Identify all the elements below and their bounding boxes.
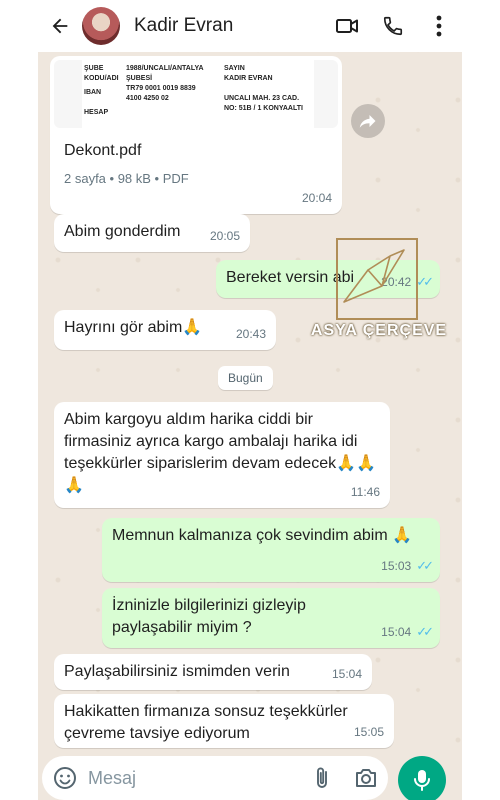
time-text: 20:05 bbox=[209, 229, 240, 243]
preview-text: SAYIN bbox=[224, 65, 245, 72]
preview-text: ŞUBESİ bbox=[126, 75, 153, 82]
message-composer: Mesaj bbox=[38, 752, 462, 800]
preview-text: ŞUBE bbox=[84, 65, 104, 72]
document-meta: 2 sayfa • 98 kB • PDF bbox=[64, 171, 189, 186]
incoming-message[interactable]: Paylaşabilirsiniz ismimden verin 15:04 bbox=[54, 654, 372, 690]
preview-text: 1988/UNCALI/ANTALYA bbox=[126, 65, 204, 72]
document-name: Dekont.pdf bbox=[64, 142, 142, 159]
document-preview[interactable]: ŞUBE KODU/ADI 1988/UNCALI/ANTALYA ŞUBESİ… bbox=[54, 60, 338, 128]
chat-header: Kadir Evran bbox=[38, 0, 462, 52]
phone-icon[interactable] bbox=[370, 0, 416, 52]
contact-name[interactable]: Kadir Evran bbox=[134, 15, 324, 37]
time-text: 20:04 bbox=[301, 191, 332, 205]
read-ticks-icon: ✓✓ bbox=[416, 624, 434, 639]
message-text: Paylaşabilirsiniz ismimden verin bbox=[64, 663, 290, 680]
message-text: Hakikatten firmanıza sonsuz teşekkürler … bbox=[64, 703, 348, 742]
message-text: Memnun kalmanıza çok sevindim abim 🙏 bbox=[112, 527, 413, 544]
watermark-frame bbox=[336, 238, 418, 320]
time-text: 20:43 bbox=[235, 327, 266, 341]
preview-text: 4100 4250 02 bbox=[126, 95, 169, 102]
message-time: 15:03 ✓✓ bbox=[381, 555, 434, 577]
forward-icon[interactable] bbox=[351, 104, 385, 138]
preview-text: KODU/ADI bbox=[84, 75, 119, 82]
preview-text: HESAP bbox=[84, 109, 109, 116]
time-text: 11:46 bbox=[350, 485, 380, 499]
time-text: 15:04 bbox=[331, 667, 362, 681]
document-page: ŞUBE KODU/ADI 1988/UNCALI/ANTALYA ŞUBESİ… bbox=[82, 60, 314, 128]
message-time: 20:43 bbox=[236, 323, 266, 345]
message-time: 15:05 bbox=[354, 721, 384, 743]
preview-text: UNCALI MAH. 23 CAD. bbox=[224, 95, 300, 102]
more-vert-icon[interactable] bbox=[416, 0, 462, 52]
camera-icon[interactable] bbox=[344, 756, 388, 800]
incoming-message[interactable]: Hayrını gör abim🙏 20:43 bbox=[54, 310, 276, 350]
message-placeholder[interactable]: Mesaj bbox=[88, 768, 300, 789]
preview-text: NO: 51B / 1 KONYAALTI bbox=[224, 105, 303, 112]
document-message[interactable]: ŞUBE KODU/ADI 1988/UNCALI/ANTALYA ŞUBESİ… bbox=[50, 56, 342, 214]
message-time: 15:04 bbox=[332, 663, 362, 685]
preview-text: TR79 0001 0019 8839 bbox=[126, 85, 196, 92]
chat-screen: Kadir Evran ŞUBE KODU/ADI 1988/UNCALI/AN… bbox=[38, 0, 462, 800]
origami-bird-icon bbox=[343, 249, 405, 303]
emoji-icon[interactable] bbox=[42, 756, 88, 800]
mic-icon[interactable] bbox=[398, 756, 446, 800]
time-text: 15:03 bbox=[381, 559, 412, 573]
message-text: Hayrını gör abim🙏 bbox=[64, 319, 203, 336]
video-call-icon[interactable] bbox=[324, 0, 370, 52]
watermark-logo: ASYA ÇERÇEVE bbox=[304, 238, 454, 348]
time-text: 15:05 bbox=[353, 725, 384, 739]
avatar[interactable] bbox=[82, 7, 120, 45]
message-text: İzninizle bilgilerinizi gizleyip paylaşa… bbox=[112, 597, 306, 636]
outgoing-message[interactable]: Memnun kalmanıza çok sevindim abim 🙏 15:… bbox=[102, 518, 440, 582]
incoming-message[interactable]: Abim gonderdim 20:05 bbox=[54, 214, 250, 252]
message-text: Abim kargoyu aldım harika ciddi bir firm… bbox=[64, 411, 376, 494]
message-text: Abim gonderdim bbox=[64, 223, 181, 240]
outgoing-message[interactable]: İzninizle bilgilerinizi gizleyip paylaşa… bbox=[102, 588, 440, 648]
watermark-text: ASYA ÇERÇEVE bbox=[310, 322, 448, 339]
attach-icon[interactable] bbox=[300, 756, 344, 800]
message-time: 15:04 ✓✓ bbox=[381, 621, 434, 643]
message-time: 20:05 bbox=[210, 225, 240, 247]
back-arrow-icon[interactable] bbox=[38, 0, 82, 52]
message-list[interactable]: ŞUBE KODU/ADI 1988/UNCALI/ANTALYA ŞUBESİ… bbox=[38, 52, 462, 752]
preview-text: KADIR EVRAN bbox=[224, 75, 273, 82]
incoming-message[interactable]: Abim kargoyu aldım harika ciddi bir firm… bbox=[54, 402, 390, 508]
preview-text: IBAN bbox=[84, 89, 102, 96]
date-divider: Bugün bbox=[218, 366, 273, 390]
read-ticks-icon: ✓✓ bbox=[416, 558, 434, 573]
time-text: 15:04 bbox=[381, 625, 412, 639]
message-time: 11:46 bbox=[351, 481, 380, 503]
message-input[interactable]: Mesaj bbox=[42, 756, 388, 800]
message-time: 20:04 bbox=[302, 187, 332, 209]
incoming-message[interactable]: Hakikatten firmanıza sonsuz teşekkürler … bbox=[54, 694, 394, 748]
